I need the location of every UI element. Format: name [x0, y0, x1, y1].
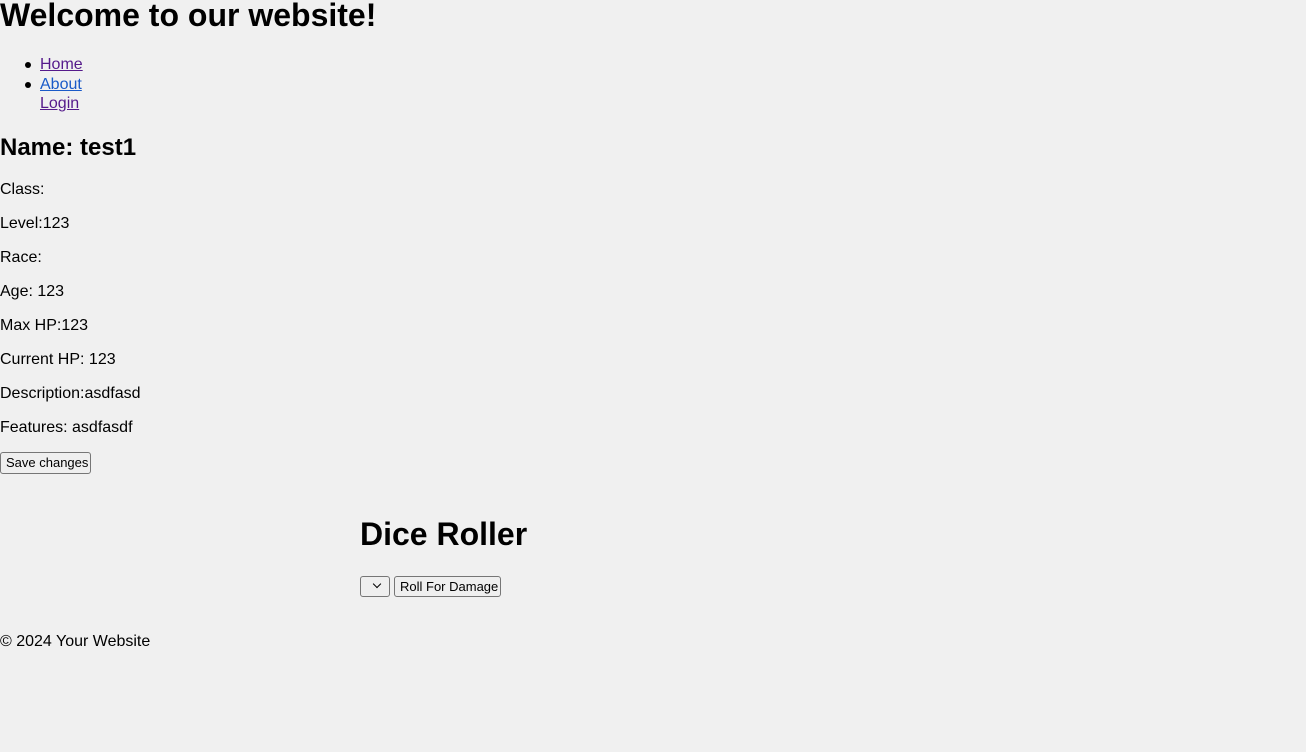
page: Welcome to our website! Home About Login… — [0, 0, 1306, 752]
save-changes-button[interactable]: Save changes — [0, 452, 91, 474]
chevron-down-icon — [372, 579, 382, 589]
site-title: Welcome to our website! — [0, 0, 377, 33]
dice-select[interactable] — [360, 576, 390, 597]
nav-link-home[interactable]: Home — [40, 56, 83, 73]
character-description: Description:asdfasd — [0, 385, 141, 402]
character-current-hp: Current HP: 123 — [0, 351, 116, 368]
character-class: Class: — [0, 181, 45, 198]
character-max-hp: Max HP:123 — [0, 317, 89, 334]
dice-roller-title: Dice Roller — [360, 516, 528, 552]
footer-copyright: © 2024 Your Website — [0, 633, 151, 650]
roll-for-damage-button[interactable]: Roll For Damage — [394, 576, 501, 597]
character-race: Race: — [0, 249, 42, 266]
character-name: Name: test1 — [0, 134, 137, 161]
nav-link-login[interactable]: Login — [40, 95, 79, 112]
character-level: Level:123 — [0, 215, 70, 232]
nav-item-about: About — [0, 75, 83, 94]
nav-item-home: Home — [0, 55, 83, 74]
nav-link-about[interactable]: About — [40, 76, 82, 93]
character-age: Age: 123 — [0, 283, 65, 300]
character-features: Features: asdfasdf — [0, 419, 133, 436]
nav-list: Home About Login — [0, 55, 83, 114]
nav-item-login: Login — [0, 94, 83, 113]
